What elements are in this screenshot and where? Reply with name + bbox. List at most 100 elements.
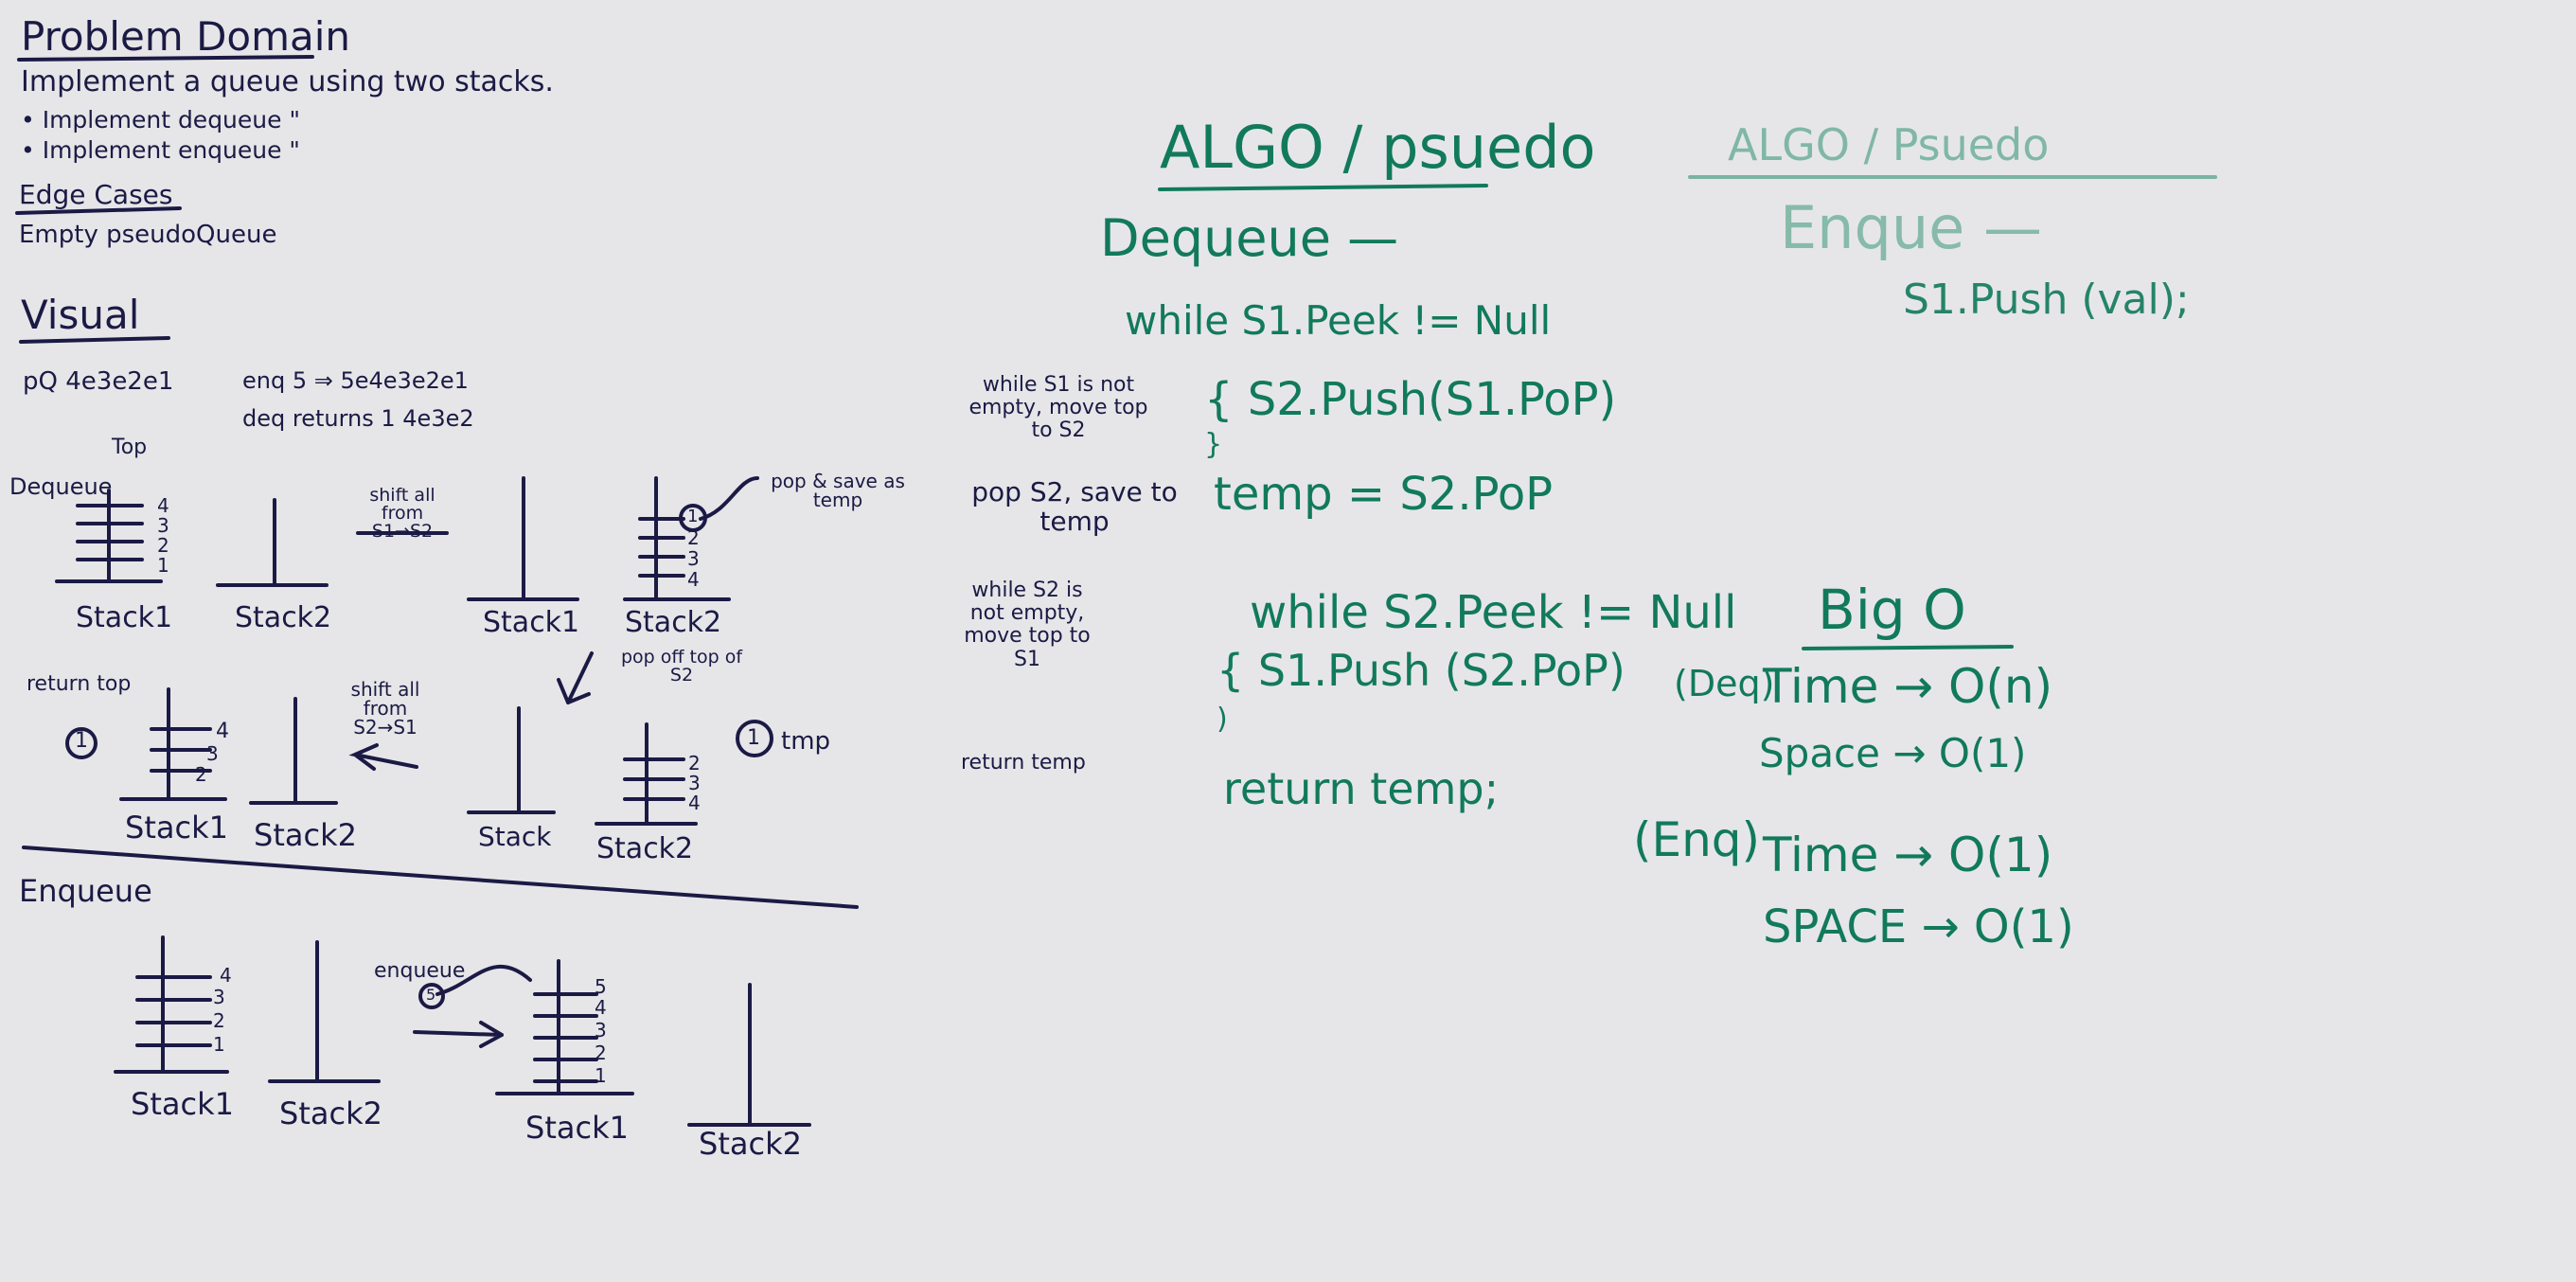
stack1-label-b: Stack1 (483, 606, 580, 639)
enq-tag: (Enq) (1633, 812, 1761, 867)
num-1: 1 (687, 507, 699, 526)
shift-note-2: shift all from S2→S1 (350, 678, 420, 739)
arrow-shift-back (348, 743, 418, 771)
algo-title-2: ALGO / Psuedo (1728, 119, 2050, 170)
num-4: 4 (688, 792, 701, 814)
underline-visual (19, 336, 170, 344)
num-2: 2 (688, 752, 701, 775)
stack-3-row1 (467, 476, 579, 601)
pop-off-note: pop off top of S2 (620, 647, 743, 686)
arrow-down (557, 651, 594, 704)
deq-space: Space → O(1) (1759, 730, 2027, 776)
num-3: 3 (157, 514, 169, 537)
num-2: 2 (157, 534, 169, 557)
num-1: 1 (157, 554, 169, 577)
num-1: 1 (595, 1064, 607, 1087)
algo-line-2: { S2.Push(S1.PoP) (1204, 373, 1617, 426)
stack1-label-a: Stack1 (76, 601, 173, 634)
algo-line-7: ) (1217, 703, 1228, 736)
whiteboard: Problem Domain Implement a queue using t… (0, 0, 2576, 1282)
stack-3-row2 (467, 706, 556, 814)
note-return-temp: return temp (961, 751, 1086, 775)
dequeue-visual-label: Dequeue (9, 473, 113, 500)
big-o-title: Big O (1818, 578, 1966, 642)
whiteboard-drawings (15, 55, 2217, 1127)
visual-heading: Visual (21, 292, 140, 338)
underline-bigo (1802, 645, 2014, 650)
stack-4-row2 (595, 722, 698, 826)
num-3: 3 (213, 986, 225, 1008)
num-2: 2 (687, 526, 700, 549)
arrow-pop-save (699, 476, 759, 521)
stack-3-enqueue (495, 959, 634, 1095)
algo-line-4: temp = S2.PoP (1214, 468, 1554, 521)
enqueue-visual-label: Enqueue (19, 873, 152, 909)
num-4: 4 (595, 996, 607, 1019)
shift-note-1: shift all from S1→S2 (369, 485, 435, 542)
enqueue-heading: Enque — (1780, 193, 2042, 262)
algo-line-6: { S1.Push (S2.PoP) (1217, 645, 1626, 696)
dequeue-heading: Dequeue — (1100, 208, 1399, 268)
stack-1-enqueue (114, 935, 229, 1074)
return-top-note: return top (27, 672, 132, 696)
stack-4-enqueue (687, 983, 811, 1127)
num-1: 1 (75, 729, 88, 753)
tmp-label: tmp (781, 727, 831, 756)
stack1-label-e: Stack1 (131, 1086, 234, 1122)
stack1-label-d: Stack (478, 821, 552, 852)
stack-1-row1 (55, 489, 163, 583)
num-5: 5 (595, 975, 607, 998)
num-4: 4 (216, 720, 229, 743)
stack2-label-d: Stack2 (596, 832, 694, 865)
num-3: 3 (688, 772, 701, 794)
enqueue-arrow-note: enqueue (374, 959, 466, 983)
edge-cases-heading: Edge Cases (19, 179, 173, 210)
top-label: Top (112, 436, 148, 459)
algo-line-1: while S1.Peek != Null (1125, 297, 1552, 344)
stack-2-row2 (249, 697, 338, 805)
pop-save-note: pop & save as temp (771, 470, 905, 511)
num-1: 1 (213, 1033, 225, 1056)
deq-tag: (Deq) (1674, 663, 1775, 704)
item-dequeue: • Implement dequeue " (21, 106, 300, 134)
num-1: 1 (747, 726, 760, 750)
deq-time: Time → O(n) (1763, 659, 2053, 714)
num-3: 3 (595, 1019, 607, 1042)
num-3: 3 (206, 742, 219, 765)
enqueue-example: enq 5 ⇒ 5e4e3e2e1 (242, 367, 469, 394)
num-2: 2 (195, 763, 207, 786)
stack2-label-c: Stack2 (254, 817, 357, 853)
note-while-s2: while S2 is not empty, move top to S1 (964, 579, 1091, 671)
stack-2-enqueue (268, 940, 381, 1083)
stack1-label-f: Stack1 (525, 1110, 629, 1146)
stack2-label-e: Stack2 (279, 1095, 382, 1131)
num-4: 4 (687, 568, 700, 591)
stack2-label-b: Stack2 (625, 606, 722, 639)
enqueue-line-1: S1.Push (val); (1903, 276, 2190, 324)
problem-statement: Implement a queue using two stacks. (21, 65, 554, 98)
algo-line-3: } (1204, 428, 1223, 461)
dequeue-example: deq returns 1 4e3e2 (242, 405, 474, 432)
algo-title: ALGO / psuedo (1160, 113, 1596, 182)
problem-domain-heading: Problem Domain (21, 13, 351, 60)
enq-time: Time → O(1) (1763, 828, 2053, 882)
stack-4-row1 (623, 476, 731, 601)
algo-line-5: while S2.Peek != Null (1250, 586, 1737, 639)
stack1-label-c: Stack1 (125, 810, 228, 846)
underline-algo (1158, 184, 1488, 191)
arrow-enqueue (413, 1021, 504, 1048)
stack-2-row1 (216, 498, 329, 587)
num-5: 5 (426, 986, 436, 1004)
note-pop-s2: pop S2, save to temp (971, 476, 1178, 537)
enq-space: SPACE → O(1) (1763, 900, 2074, 953)
num-4: 4 (157, 494, 169, 517)
note-while-s1: while S1 is not empty, move top to S2 (968, 373, 1148, 443)
num-2: 2 (213, 1009, 225, 1032)
item-enqueue: • Implement enqueue " (21, 136, 300, 164)
num-3: 3 (687, 547, 700, 570)
pq-state: pQ 4e3e2e1 (23, 367, 174, 396)
stack2-label-a: Stack2 (235, 601, 332, 634)
num-2: 2 (595, 1042, 607, 1064)
num-4: 4 (220, 964, 232, 987)
algo-line-8: return temp; (1223, 763, 1500, 814)
